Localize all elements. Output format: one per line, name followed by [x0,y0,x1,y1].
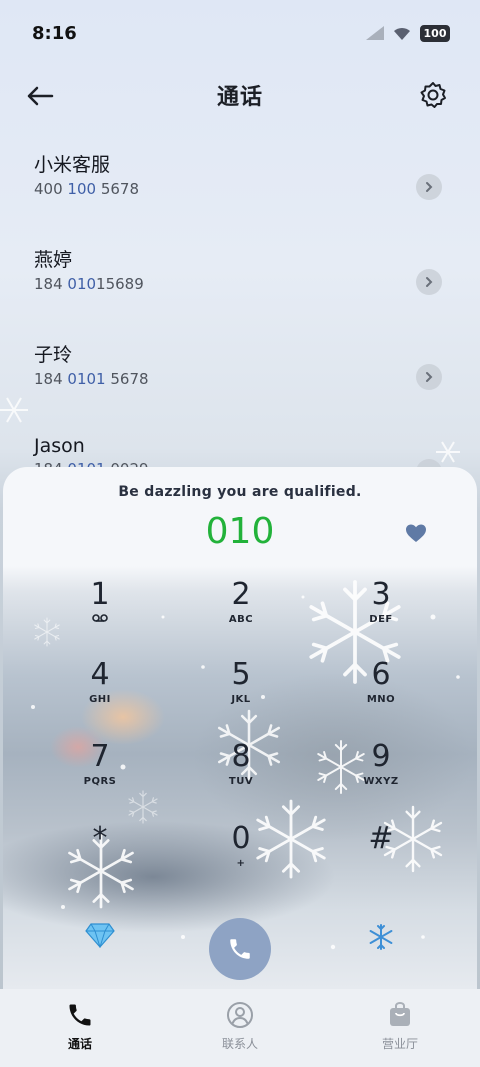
list-item[interactable]: 燕婷 184 01015689 [0,245,480,330]
contact-number: 400 100 5678 [34,180,139,198]
tab-label: 通话 [67,1037,92,1051]
bag-icon [390,1001,410,1026]
dial-key-5[interactable]: 5 JKL [191,657,291,727]
phone-icon [230,939,250,959]
contact-name: Jason [34,435,85,457]
dial-key-9[interactable]: 9 WXYZ [331,739,431,809]
phone-icon [69,1004,91,1026]
chevron-right-icon[interactable] [416,269,442,295]
back-arrow-icon[interactable] [24,80,56,112]
dialer-panel: Be dazzling you are qualified. 010 1 2 A… [3,467,477,989]
dial-key-hash[interactable]: # [331,821,431,891]
diamond-icon[interactable] [85,922,115,948]
dialer-slogan: Be dazzling you are qualified. [118,484,362,500]
dial-key-7[interactable]: 7 PQRS [50,739,150,809]
dial-key-4[interactable]: 4 GHI [50,657,150,727]
wifi-icon [394,27,410,40]
battery-indicator: 100 [420,24,450,42]
dial-key-0[interactable]: 0 + [191,821,291,891]
list-item[interactable]: 子玲 184 0101 5678 [0,340,480,425]
heart-icon[interactable] [405,523,427,543]
chevron-right-icon[interactable] [416,364,442,390]
status-bar: 8:16 100 [0,0,480,66]
tab-contacts[interactable]: 联系人 [160,989,320,1067]
chevron-right-icon[interactable] [416,174,442,200]
dial-key-2[interactable]: 2 ABC [191,577,291,647]
tab-label: 营业厅 [381,1037,418,1051]
list-item[interactable]: 小米客服 400 100 5678 [0,150,480,235]
voicemail-icon [50,613,150,627]
status-time: 8:16 [32,22,77,44]
dial-key-star[interactable]: * [50,821,150,891]
recent-calls-list: 小米客服 400 100 5678 燕婷 184 01015689 子玲 184… [0,140,480,520]
bottom-navigation: 通话 联系人 营业厅 [0,989,480,1067]
contact-name: 燕婷 [34,249,73,271]
contact-number: 184 0101 5678 [34,370,149,388]
status-icons: 100 [366,24,450,42]
dial-key-6[interactable]: 6 MNO [331,657,431,727]
dial-key-3[interactable]: 3 DEF [331,577,431,647]
dial-key-8[interactable]: 8 TUV [191,739,291,809]
contact-name: 小米客服 [34,154,111,176]
snowflake-icon[interactable] [368,924,394,950]
call-button[interactable] [209,918,271,980]
contact-number: 184 01015689 [34,275,144,293]
person-icon [227,1002,253,1028]
page-title: 通话 [216,85,263,110]
gear-icon[interactable] [418,80,448,110]
app-header: 通话 [0,70,480,120]
tab-calls[interactable]: 通话 [0,989,160,1067]
contact-name: 子玲 [34,344,73,366]
tab-business-hall[interactable]: 营业厅 [320,989,480,1067]
signal-icon [366,26,384,40]
tab-label: 联系人 [221,1037,258,1051]
dial-key-1[interactable]: 1 [50,577,150,647]
